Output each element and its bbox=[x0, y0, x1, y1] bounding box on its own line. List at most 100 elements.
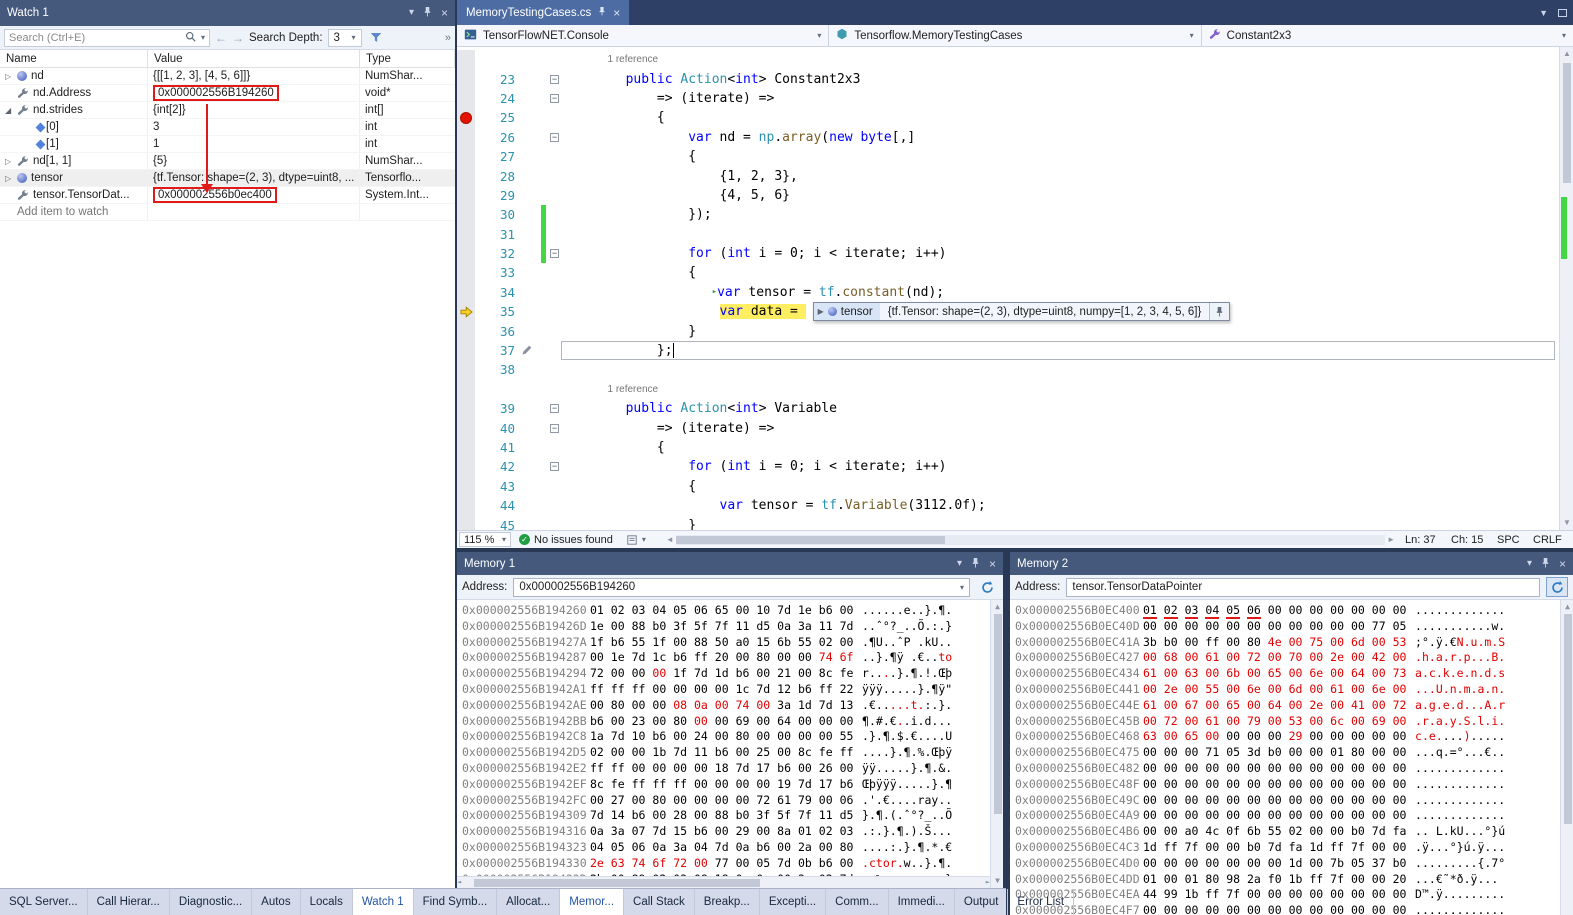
watch-value-cell[interactable]: {[[1, 2, 3], [4, 5, 6]]} bbox=[148, 68, 360, 84]
watch-row[interactable]: [1]1int bbox=[0, 136, 455, 153]
indicator-margin[interactable] bbox=[457, 50, 475, 69]
fold-collapse-box[interactable]: − bbox=[548, 133, 561, 142]
scrollbar-thumb[interactable] bbox=[1563, 63, 1571, 183]
tool-tab-call-hierar-[interactable]: Call Hierar... bbox=[88, 889, 170, 915]
code-line[interactable]: 25{ bbox=[457, 108, 1559, 127]
memory-row[interactable]: 0x000002556B19427A1f b6 55 1f 00 88 50 a… bbox=[462, 635, 1003, 651]
memory-row[interactable]: 0x000002556B1942BBb6 00 23 00 80 00 00 6… bbox=[462, 714, 1003, 730]
search-options-chevron-icon[interactable]: ▾ bbox=[201, 33, 205, 42]
code-line[interactable]: 33{ bbox=[457, 263, 1559, 282]
watch-row[interactable]: ▷tensor{tf.Tensor: shape=(2, 3), dtype=u… bbox=[0, 170, 455, 187]
watch-value-cell[interactable]: 0x000002556b0ec400 bbox=[148, 187, 360, 203]
code-line[interactable]: 39−public Action<int> Variable bbox=[457, 399, 1559, 418]
close-icon[interactable]: × bbox=[1559, 558, 1566, 570]
memory1-hex-dump[interactable]: 0x000002556B19426001 02 03 04 05 06 65 0… bbox=[457, 600, 1003, 888]
indicator-margin[interactable] bbox=[457, 399, 475, 418]
indicator-margin[interactable] bbox=[457, 263, 475, 282]
window-position-chevron-icon[interactable]: ▾ bbox=[1527, 559, 1532, 569]
column-header-name[interactable]: Name bbox=[0, 50, 148, 67]
code-area[interactable]: 1 reference23−public Action<int> Constan… bbox=[457, 47, 1559, 530]
memory2-hex-dump[interactable]: 0x000002556B0EC40001 02 03 04 05 06 00 0… bbox=[1010, 600, 1573, 915]
memory-row[interactable]: 0x000002556B0EC4A900 00 00 00 00 00 00 0… bbox=[1015, 808, 1573, 824]
scroll-up-icon[interactable]: ▲ bbox=[1561, 600, 1573, 614]
memory-row[interactable]: 0x000002556B19432304 05 06 0a 3a 04 7d 0… bbox=[462, 840, 1003, 856]
close-icon[interactable]: × bbox=[441, 7, 448, 19]
column-header-value[interactable]: Value bbox=[148, 50, 360, 67]
memory-row[interactable]: 0x000002556B0EC44100 2e 00 55 00 6e 00 6… bbox=[1015, 682, 1573, 698]
watch-row[interactable]: nd.Address0x000002556B194260void* bbox=[0, 85, 455, 102]
datatip-popup[interactable]: ▶tensor{tf.Tensor: shape=(2, 3), dtype=u… bbox=[813, 302, 1231, 321]
breakpoint-icon[interactable] bbox=[460, 112, 472, 124]
memory-row[interactable]: 0x000002556B0EC48200 00 00 00 00 00 00 0… bbox=[1015, 761, 1573, 777]
memory-row[interactable]: 0x000002556B0EC4EA44 99 1b ff 7f 00 00 0… bbox=[1015, 887, 1573, 903]
tool-tab-autos[interactable]: Autos bbox=[252, 889, 300, 915]
memory-row[interactable]: 0x000002556B0EC43461 00 63 00 6b 00 65 0… bbox=[1015, 666, 1573, 682]
indicator-margin[interactable] bbox=[457, 496, 475, 515]
code-line[interactable]: 24−=> (iterate) => bbox=[457, 89, 1559, 108]
pin-icon[interactable] bbox=[1541, 557, 1550, 571]
tool-tab-find-symb-[interactable]: Find Symb... bbox=[414, 889, 498, 915]
back-icon[interactable]: ← bbox=[215, 31, 227, 45]
scrollbar-thumb[interactable] bbox=[1564, 614, 1572, 824]
memory-row[interactable]: 0x000002556B0EC42700 68 00 61 00 72 00 7… bbox=[1015, 650, 1573, 666]
indicator-margin[interactable] bbox=[457, 225, 475, 244]
code-line[interactable]: 32−for (int i = 0; i < iterate; i++) bbox=[457, 244, 1559, 263]
memory-row[interactable]: 0x000002556B0EC48F00 00 00 00 00 00 00 0… bbox=[1015, 777, 1573, 793]
memory1-address-input[interactable]: 0x000002556B194260 ▾ bbox=[513, 578, 970, 597]
code-line[interactable]: 29{4, 5, 6} bbox=[457, 186, 1559, 205]
watch-value-cell[interactable]: 1 bbox=[148, 136, 360, 152]
collapse-minus-icon[interactable]: − bbox=[550, 133, 559, 142]
watch-value-cell[interactable]: {int[2]} bbox=[148, 102, 360, 118]
watch-row[interactable]: ▷nd[1, 1]{5}NumShar... bbox=[0, 153, 455, 170]
fold-collapse-box[interactable]: − bbox=[548, 424, 561, 433]
watch-value-cell[interactable]: 0x000002556B194260 bbox=[148, 85, 360, 101]
scroll-left-icon[interactable]: ◄ bbox=[457, 875, 461, 888]
memory-row[interactable]: 0x000002556B1943160a 3a 07 7d 15 b6 00 2… bbox=[462, 824, 1003, 840]
tool-tab-comm-[interactable]: Comm... bbox=[826, 889, 888, 915]
tab-memorytestingcases[interactable]: MemoryTestingCases.cs × bbox=[457, 0, 629, 25]
code-line[interactable]: 35var data = ▶tensor{tf.Tensor: shape=(2… bbox=[457, 302, 1559, 321]
memory2-vertical-scrollbar[interactable]: ▲ bbox=[1560, 600, 1573, 915]
indicator-margin[interactable] bbox=[457, 283, 475, 302]
memory2-titlebar[interactable]: Memory 2 ▾ × bbox=[1010, 552, 1573, 575]
editor-horizontal-scrollbar[interactable]: ◄ ► bbox=[666, 535, 1395, 545]
memory-row[interactable]: 0x000002556B1942E2ff ff 00 00 00 00 18 7… bbox=[462, 761, 1003, 777]
tool-tab-allocat-[interactable]: Allocat... bbox=[497, 889, 560, 915]
project-dropdown[interactable]: TensorFlowNET.Console ▾ bbox=[457, 25, 829, 46]
watch-row[interactable]: ◢nd.strides{int[2]}int[] bbox=[0, 102, 455, 119]
code-line[interactable]: 28{1, 2, 3}, bbox=[457, 166, 1559, 185]
zoom-select[interactable]: 115 %▾ bbox=[459, 532, 511, 547]
indicator-margin[interactable] bbox=[457, 147, 475, 166]
scroll-down-icon[interactable]: ▼ bbox=[991, 874, 1003, 888]
code-line[interactable]: 34▸var tensor = tf.constant(nd); bbox=[457, 283, 1559, 302]
code-line[interactable]: 45} bbox=[457, 515, 1559, 530]
code-line[interactable]: 26−var nd = np.array(new byte[,] bbox=[457, 128, 1559, 147]
memory-row[interactable]: 0x000002556B1942AE00 80 00 00 08 0a 00 7… bbox=[462, 698, 1003, 714]
code-line[interactable]: 37}; bbox=[457, 341, 1559, 360]
scroll-down-icon[interactable]: ▼ bbox=[1560, 516, 1573, 530]
collapse-minus-icon[interactable]: − bbox=[550, 404, 559, 413]
indicator-margin[interactable] bbox=[457, 186, 475, 205]
memory-row[interactable]: 0x000002556B1942C81a 7d 10 b6 00 24 00 8… bbox=[462, 729, 1003, 745]
scroll-right-icon[interactable]: ► bbox=[1387, 535, 1395, 544]
memory-row[interactable]: 0x000002556B19429472 00 00 00 1f 7d 1d b… bbox=[462, 666, 1003, 682]
code-line[interactable]: 42−for (int i = 0; i < iterate; i++) bbox=[457, 457, 1559, 476]
memory-row[interactable]: 0x000002556B0EC40D00 00 00 00 00 00 00 0… bbox=[1015, 619, 1573, 635]
memory-row[interactable]: 0x000002556B1942EF8c fe ff ff ff 00 00 0… bbox=[462, 777, 1003, 793]
indicator-margin[interactable] bbox=[457, 166, 475, 185]
code-line[interactable]: 43{ bbox=[457, 477, 1559, 496]
tab-close-icon[interactable]: × bbox=[613, 6, 620, 20]
expander-icon[interactable]: ▶ bbox=[818, 307, 824, 316]
hscrollbar-thumb[interactable] bbox=[676, 536, 946, 544]
pin-icon[interactable] bbox=[423, 6, 432, 20]
tool-tab-immedi-[interactable]: Immedi... bbox=[889, 889, 955, 915]
indicator-margin[interactable] bbox=[457, 380, 475, 399]
indicator-margin[interactable] bbox=[457, 89, 475, 108]
collapse-minus-icon[interactable]: − bbox=[550, 249, 559, 258]
code-line[interactable]: 38 bbox=[457, 360, 1559, 379]
code-line[interactable]: 44var tensor = tf.Variable(3112.0f); bbox=[457, 496, 1559, 515]
scroll-up-icon[interactable]: ▲ bbox=[991, 600, 1003, 614]
scrollbar-thumb[interactable] bbox=[994, 614, 1002, 814]
window-position-chevron-icon[interactable]: ▾ bbox=[957, 559, 962, 569]
close-icon[interactable]: × bbox=[989, 558, 996, 570]
